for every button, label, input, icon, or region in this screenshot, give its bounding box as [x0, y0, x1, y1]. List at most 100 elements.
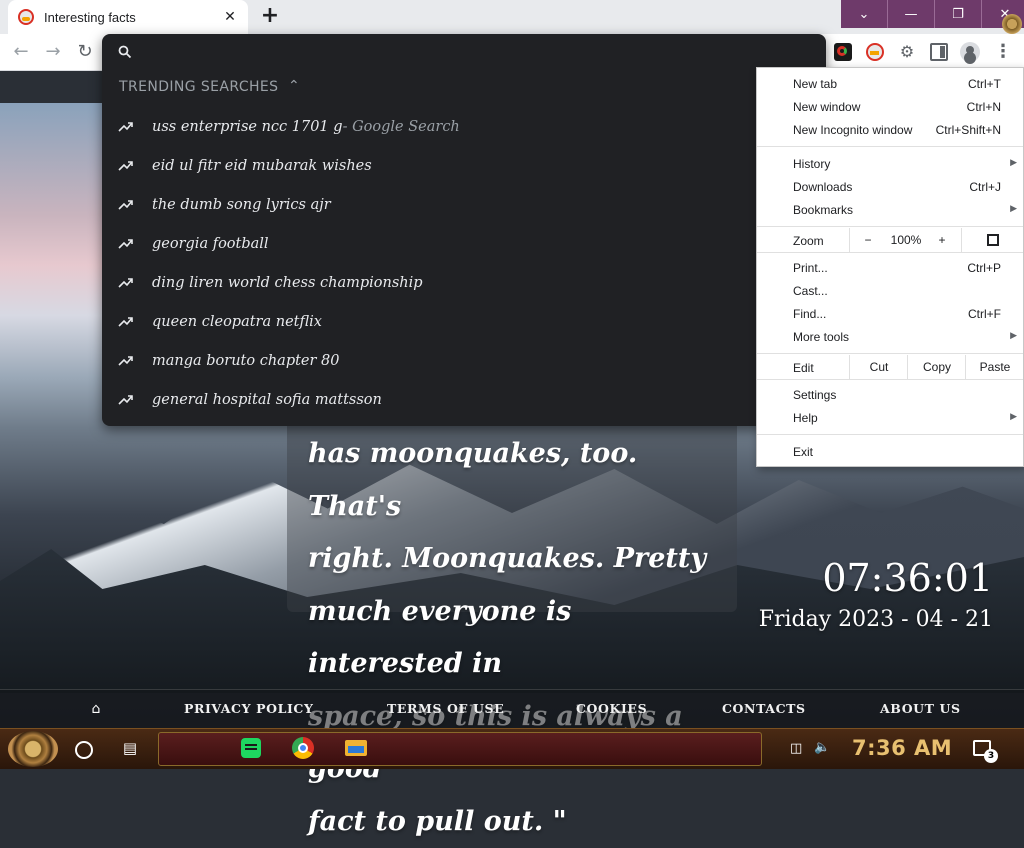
- extension-red-icon[interactable]: [834, 43, 852, 61]
- zoom-out-button[interactable]: −: [849, 228, 886, 252]
- footer-link-about-us[interactable]: ABOUT US: [880, 701, 961, 716]
- spotify-icon[interactable]: [241, 738, 261, 758]
- side-panel-icon[interactable]: [930, 43, 948, 61]
- chrome-icon[interactable]: [292, 737, 314, 759]
- menu-edit-row: Edit Cut Copy Paste: [757, 355, 1023, 379]
- extension-app-icon[interactable]: [866, 43, 884, 61]
- submenu-arrow-icon: ▶: [1010, 157, 1017, 168]
- task-view-icon[interactable]: ▤: [122, 740, 138, 756]
- paste-button[interactable]: Paste: [965, 355, 1024, 379]
- menu-separator: [757, 353, 1023, 354]
- tab-interesting-facts[interactable]: Interesting facts ✕: [8, 0, 248, 34]
- cut-button[interactable]: Cut: [849, 355, 908, 379]
- menu-label: Exit: [793, 445, 813, 459]
- start-button-icon[interactable]: [8, 731, 58, 767]
- submenu-arrow-icon: ▶: [1010, 203, 1017, 214]
- suggestion-item[interactable]: uss enterprise ncc 1701 g - Google Searc…: [102, 107, 826, 146]
- trending-arrow-icon: [118, 315, 134, 329]
- taskbar-clock[interactable]: 7:36 AM: [852, 736, 952, 760]
- chrome-menu-kebab-icon[interactable]: ⋮: [994, 42, 1010, 62]
- chevron-up-icon[interactable]: ⌃: [288, 78, 300, 94]
- tab-search-chevron-icon[interactable]: ⌄: [841, 0, 887, 28]
- menu-separator: [757, 252, 1023, 253]
- menu-shortcut: Ctrl+J: [969, 180, 1001, 194]
- quote-text: has moonquakes, too. That's right. Moonq…: [308, 428, 708, 848]
- menu-item-bookmarks[interactable]: Bookmarks ▶: [757, 199, 1023, 222]
- restore-icon[interactable]: ❐: [934, 0, 981, 28]
- menu-label: Print...: [793, 261, 828, 275]
- file-explorer-icon[interactable]: [345, 740, 367, 756]
- edit-label: Edit: [793, 361, 814, 375]
- submenu-arrow-icon: ▶: [1010, 330, 1017, 341]
- menu-item-downloads[interactable]: Downloads Ctrl+J: [757, 176, 1023, 199]
- menu-item-new-tab[interactable]: New tab Ctrl+T: [757, 73, 1023, 96]
- menu-item-find[interactable]: Find... Ctrl+F: [757, 303, 1023, 326]
- omnibox-input[interactable]: [146, 40, 810, 66]
- zoom-in-button[interactable]: +: [927, 228, 957, 252]
- menu-item-more-tools[interactable]: More tools ▶: [757, 326, 1023, 349]
- chrome-menu: New tab Ctrl+T New window Ctrl+N New Inc…: [756, 67, 1024, 467]
- trending-arrow-icon: [118, 276, 134, 290]
- copy-button[interactable]: Copy: [907, 355, 966, 379]
- footer-link-privacy-policy[interactable]: PRIVACY POLICY: [184, 701, 313, 716]
- reload-icon[interactable]: ↻: [74, 41, 96, 63]
- menu-item-cast[interactable]: Cast...: [757, 280, 1023, 303]
- menu-label: New tab: [793, 77, 837, 91]
- menu-shortcut: Ctrl+F: [968, 307, 1001, 321]
- suggestion-item[interactable]: general hospital sofia mattsson: [102, 380, 826, 419]
- menu-label: New Incognito window: [793, 123, 912, 137]
- menu-item-new-incognito-window[interactable]: New Incognito window Ctrl+Shift+N: [757, 119, 1023, 142]
- volume-muted-icon[interactable]: 🔈: [814, 740, 830, 755]
- menu-separator: [757, 226, 1023, 227]
- forward-arrow-icon[interactable]: →: [42, 41, 64, 63]
- menu-label: New window: [793, 100, 860, 114]
- suggestion-item[interactable]: queen cleopatra netflix: [102, 302, 826, 341]
- suggestion-item[interactable]: ding liren world chess championship: [102, 263, 826, 302]
- suggestion-item[interactable]: georgia football: [102, 224, 826, 263]
- menu-item-help[interactable]: Help ▶: [757, 407, 1023, 430]
- menu-item-settings[interactable]: Settings: [757, 384, 1023, 407]
- suggestion-text: eid ul fitr eid mubarak wishes: [152, 158, 372, 174]
- suggestion-item[interactable]: manga boruto chapter 80: [102, 341, 826, 380]
- footer-link-terms-of-use[interactable]: TERMS OF USE: [387, 701, 504, 716]
- cortana-circle-icon[interactable]: [75, 741, 93, 759]
- trending-arrow-icon: [118, 159, 134, 173]
- menu-item-new-window[interactable]: New window Ctrl+N: [757, 96, 1023, 119]
- menu-label: Downloads: [793, 180, 852, 194]
- fullscreen-button[interactable]: [961, 228, 1024, 252]
- extensions-puzzle-icon[interactable]: ⚙: [898, 43, 916, 61]
- menu-item-history[interactable]: History ▶: [757, 153, 1023, 176]
- tab-close-icon[interactable]: ✕: [220, 9, 240, 25]
- footer-link-cookies[interactable]: COOKIES: [576, 701, 647, 716]
- menu-label: Settings: [793, 388, 836, 402]
- profile-avatar-icon[interactable]: [960, 42, 980, 62]
- trending-arrow-icon: [118, 120, 134, 134]
- submenu-arrow-icon: ▶: [1010, 411, 1017, 422]
- menu-item-print[interactable]: Print... Ctrl+P: [757, 257, 1023, 280]
- menu-label: Find...: [793, 307, 826, 321]
- search-icon: [118, 45, 132, 59]
- suggestion-item[interactable]: eid ul fitr eid mubarak wishes: [102, 146, 826, 185]
- new-tab-button[interactable]: +: [258, 5, 282, 29]
- menu-label: History: [793, 157, 830, 171]
- trending-arrow-icon: [118, 198, 134, 212]
- quote-line: much everyone is interested in: [308, 586, 708, 691]
- menu-shortcut: Ctrl+Shift+N: [936, 123, 1001, 137]
- menu-item-exit[interactable]: Exit: [757, 441, 1023, 464]
- footer-link-contacts[interactable]: CONTACTS: [722, 701, 806, 716]
- zoom-label: Zoom: [793, 234, 824, 248]
- menu-shortcut: Ctrl+P: [967, 261, 1001, 275]
- trending-arrow-icon: [118, 354, 134, 368]
- page-clock-date: Friday 2023 - 04 - 21: [740, 607, 993, 632]
- menu-shortcut: Ctrl+T: [968, 77, 1001, 91]
- back-arrow-icon[interactable]: ←: [10, 41, 32, 63]
- trending-arrow-icon: [118, 393, 134, 407]
- tab-title: Interesting facts: [44, 10, 220, 25]
- home-icon[interactable]: ⌂: [88, 701, 104, 717]
- minimize-icon[interactable]: —: [887, 0, 934, 28]
- trending-searches-header: TRENDING SEARCHES: [119, 79, 278, 95]
- site-favicon-icon: [18, 9, 34, 25]
- suggestion-item[interactable]: the dumb song lyrics ajr: [102, 185, 826, 224]
- network-icon[interactable]: ◫: [790, 741, 802, 756]
- menu-separator: [757, 434, 1023, 435]
